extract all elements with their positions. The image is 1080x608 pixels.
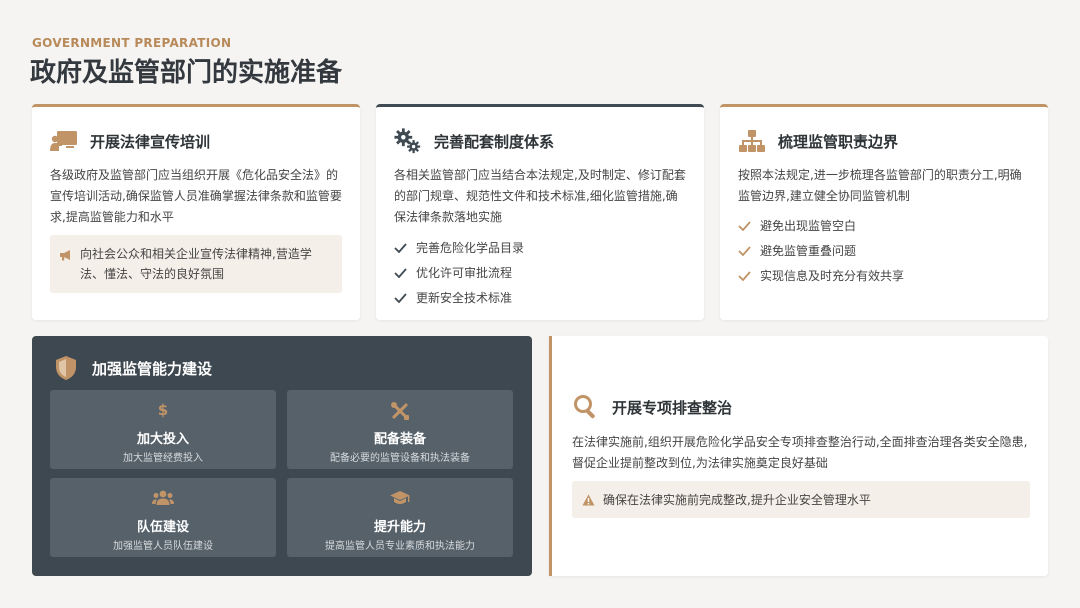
note-box: 向社会公众和相关企业宣传法律精神,营造学法、懂法、守法的良好氛围 — [50, 235, 342, 293]
card-legal-training: 开展法律宣传培训 各级政府及监管部门应当组织开展《危化品安全法》的宣传培训活动,… — [32, 104, 360, 320]
list-item: 优化许可审批流程 — [394, 260, 686, 285]
note-text: 向社会公众和相关企业宣传法律精神,营造学法、懂法、守法的良好氛围 — [80, 247, 312, 281]
card-responsibility-boundaries: 梳理监管职责边界 按照本法规定,进一步梳理各监管部门的职责分工,明确监管边界,建… — [720, 104, 1048, 320]
check-icon — [738, 245, 752, 256]
card-body: 各级政府及监管部门应当组织开展《危化品安全法》的宣传培训活动,确保监管人员准确掌… — [50, 168, 342, 224]
list-item-label: 完善危险化学品目录 — [416, 241, 525, 255]
card-title: 开展法律宣传培训 — [90, 132, 211, 151]
card-body: 各相关监管部门应当结合本法规定,及时制定、修订配套的部门规章、规范性文件和技术标… — [394, 168, 686, 224]
tile-equipment: 配备装备 配备必要的监管设备和执法装备 — [287, 390, 513, 469]
users-icon — [50, 490, 276, 506]
capacity-panel: 加强监管能力建设 $ 加大投入 加大监管经费投入 配备装备 配备必要的监管设备和… — [32, 336, 532, 576]
megaphone-icon — [59, 247, 72, 267]
list-item-label: 实现信息及时充分有效共享 — [760, 269, 905, 283]
tile-title: 提升能力 — [373, 520, 426, 535]
panel-title: 开展专项排查整治 — [612, 398, 733, 417]
tile-improve-ability: 提升能力 提高监管人员专业素质和执法能力 — [287, 478, 513, 557]
panel-header: 加强监管能力建设 — [52, 354, 212, 382]
list-item-label: 更新安全技术标准 — [416, 291, 513, 305]
tile-subtitle: 配备必要的监管设备和执法装备 — [330, 453, 470, 464]
warning-icon — [582, 494, 595, 506]
graduation-cap-icon — [287, 490, 513, 506]
tile-title: 队伍建设 — [136, 520, 189, 535]
panel-body: 在法律实施前,组织开展危险化学品安全专项排查整治行动,全面排查治理各类安全隐患,… — [572, 435, 1028, 470]
page-title: 政府及监管部门的实施准备 — [30, 58, 343, 88]
list-item: 避免出现监管空白 — [738, 213, 1030, 238]
tile-subtitle: 提高监管人员专业素质和执法能力 — [325, 541, 475, 552]
list-item: 避免监管重叠问题 — [738, 238, 1030, 263]
eyebrow-label: GOVERNMENT PREPARATION — [32, 36, 232, 50]
shield-icon — [52, 354, 80, 382]
warning-text: 确保在法律实施前完成整改,提升企业安全管理水平 — [603, 493, 871, 507]
warning-box: 确保在法律实施前完成整改,提升企业安全管理水平 — [572, 481, 1030, 518]
search-icon — [572, 393, 600, 421]
card-header: 完善配套制度体系 — [394, 127, 554, 155]
card-header: 梳理监管职责边界 — [738, 127, 898, 155]
gears-icon — [394, 127, 422, 155]
check-icon — [738, 270, 752, 281]
card-body: 按照本法规定,进一步梳理各监管部门的职责分工,明确监管边界,建立健全协同监管机制 — [738, 168, 1022, 203]
check-icon — [738, 220, 752, 231]
card-header: 开展法律宣传培训 — [50, 127, 210, 155]
org-chart-icon — [738, 127, 766, 155]
svg-text:$: $ — [158, 402, 168, 418]
check-list: 完善危险化学品目录 优化许可审批流程 更新安全技术标准 — [394, 235, 686, 310]
list-item: 实现信息及时充分有效共享 — [738, 263, 1030, 288]
presentation-icon — [50, 127, 78, 155]
card-title: 完善配套制度体系 — [434, 132, 555, 151]
list-item-label: 避免监管重叠问题 — [760, 244, 857, 258]
tile-title: 配备装备 — [373, 432, 426, 447]
card-title: 梳理监管职责边界 — [778, 132, 899, 151]
list-item: 更新安全技术标准 — [394, 285, 686, 310]
dollar-icon: $ — [50, 402, 276, 418]
tile-subtitle: 加大监管经费投入 — [123, 453, 203, 464]
check-icon — [394, 292, 408, 303]
check-icon — [394, 267, 408, 278]
tile-title: 加大投入 — [136, 432, 189, 447]
tile-increase-investment: $ 加大投入 加大监管经费投入 — [50, 390, 276, 469]
list-item-label: 优化许可审批流程 — [416, 266, 513, 280]
panel-header: 开展专项排查整治 — [572, 393, 732, 421]
panel-title: 加强监管能力建设 — [92, 359, 213, 378]
tile-team-building: 队伍建设 加强监管人员队伍建设 — [50, 478, 276, 557]
inspection-panel: 开展专项排查整治 在法律实施前,组织开展危险化学品安全专项排查整治行动,全面排查… — [549, 336, 1048, 576]
tile-subtitle: 加强监管人员队伍建设 — [113, 541, 213, 552]
list-item-label: 避免出现监管空白 — [760, 219, 857, 233]
tools-icon — [287, 402, 513, 420]
card-supporting-systems: 完善配套制度体系 各相关监管部门应当结合本法规定,及时制定、修订配套的部门规章、… — [376, 104, 704, 320]
check-icon — [394, 242, 408, 253]
check-list: 避免出现监管空白 避免监管重叠问题 实现信息及时充分有效共享 — [738, 213, 1030, 288]
list-item: 完善危险化学品目录 — [394, 235, 686, 260]
